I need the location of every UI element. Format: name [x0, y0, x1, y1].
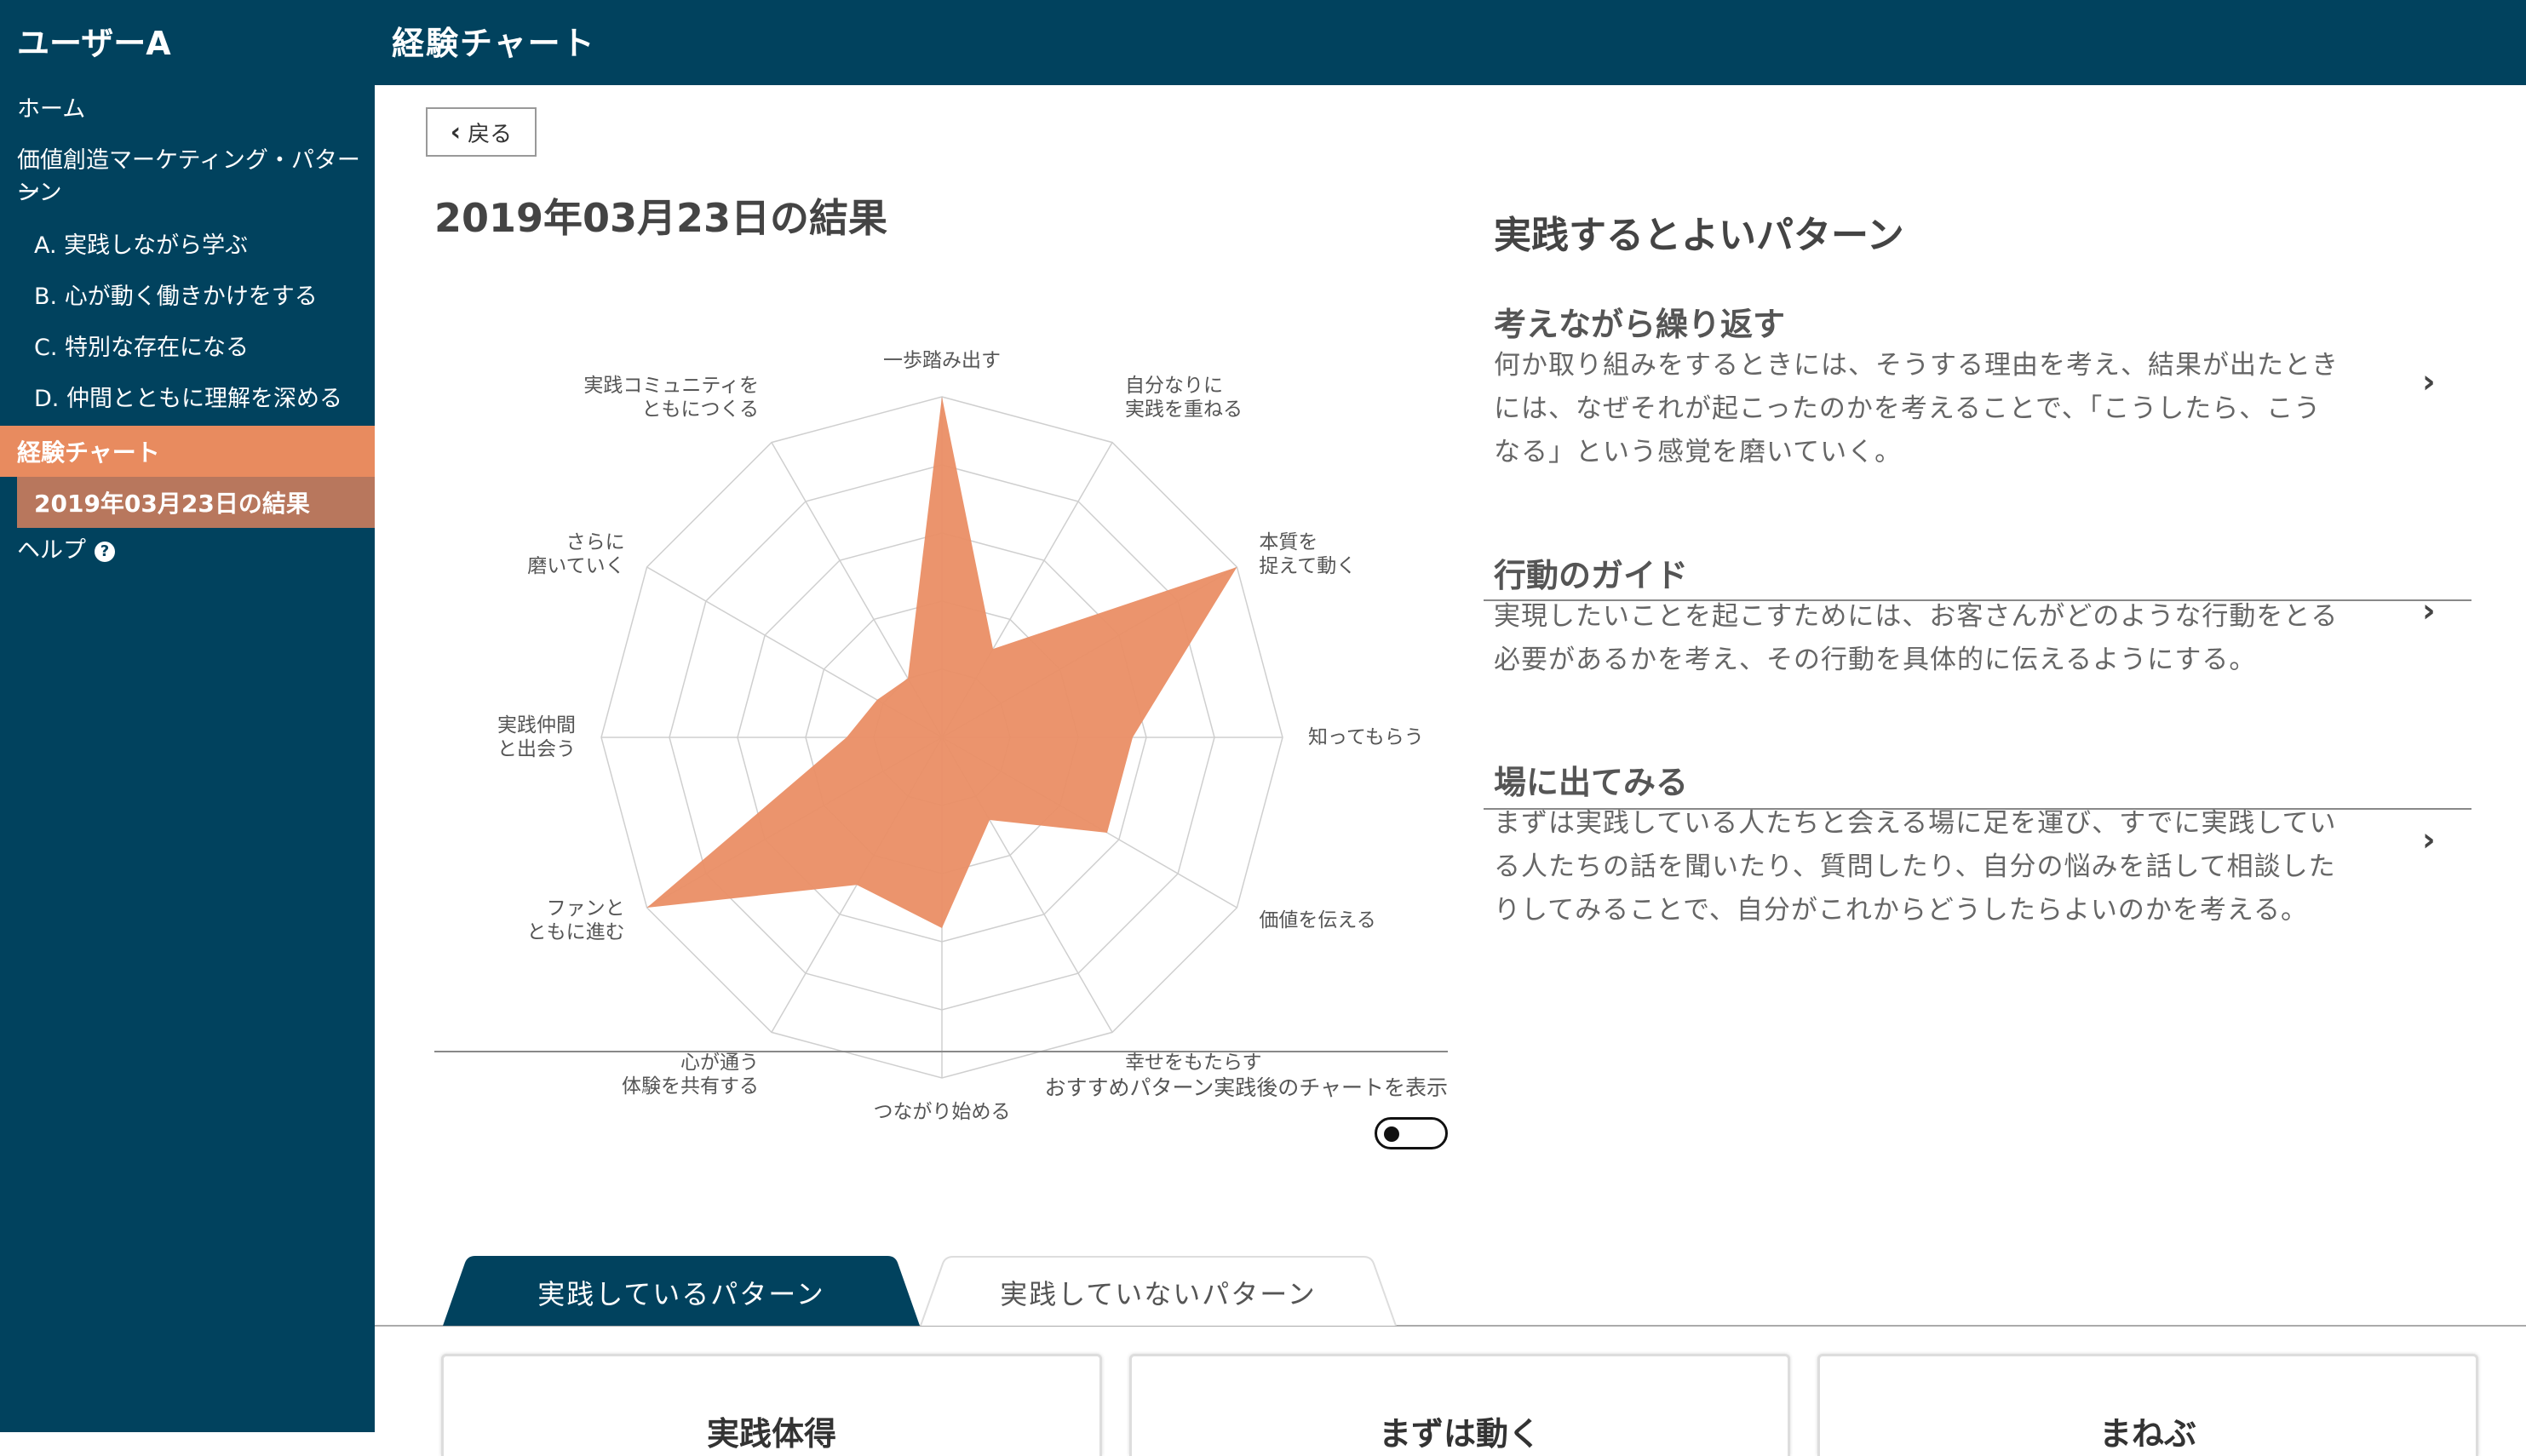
radar-axis-label: 自分なりに — [1125, 375, 1223, 397]
sidebar-item-category-cont[interactable]: ーン — [17, 177, 62, 209]
radar-axis-label: ともにつくる — [641, 398, 759, 421]
description-line: る人たちの話を聞いたり、質問したり、自分の悩みを話して相談した — [1494, 851, 2336, 882]
after-chart-toggle[interactable] — [1375, 1117, 1448, 1149]
radar-axis-label: 一歩踏み出す — [883, 349, 1001, 371]
back-label: 戻る — [468, 121, 513, 147]
radar-axis-label: と出会う — [497, 738, 576, 760]
radar-axis-label: 本質を — [1259, 531, 1318, 553]
sidebar-item-home[interactable]: ホーム — [17, 94, 85, 126]
pattern-card[interactable]: まねぶ — [1817, 1354, 2478, 1456]
radar-axis-label: 実践仲間 — [497, 714, 576, 737]
radar-axis-label: 捉えて動く — [1259, 555, 1356, 577]
recommendation-description: まずは実践している人たちと会える場に足を運び、すでに実践してい る人たちの話を聞… — [1494, 802, 2397, 932]
radar-axis-label: さらに — [566, 531, 625, 553]
radar-axis-label: 実践を重ねる — [1125, 398, 1243, 421]
radar-series-area — [646, 397, 1237, 928]
recommendation-description: 実現したいことを起こすためには、お客さんがどのような行動をとる 必要があるかを考… — [1494, 595, 2397, 682]
radar-axis-label: 知ってもらう — [1308, 726, 1424, 748]
radar-axis-label: 価値を伝える — [1259, 909, 1375, 931]
sidebar-item-help[interactable]: ヘルプ? — [17, 535, 115, 567]
sidebar: ホーム 価値創造マーケティング・パターン ーン A. 実践しながら学ぶ B. 心… — [0, 85, 375, 1432]
description-line: 必要があるかを考え、その行動を具体的に伝えるようにする。 — [1494, 645, 2257, 675]
sidebar-item-label: 2019年03月23日の結果 — [34, 490, 310, 518]
recommendation-item[interactable]: 行動のガイド 実現したいことを起こすためには、お客さんがどのような行動をとる 必… — [1484, 549, 2471, 810]
tab-label: 実践しているパターン — [537, 1278, 825, 1310]
sidebar-item-category[interactable]: 価値創造マーケティング・パターン — [17, 145, 375, 209]
card-title: 実践体得 — [706, 1415, 836, 1453]
result-title: 2019年03月23日の結果 — [434, 195, 888, 241]
radar-axis-label: 磨いていく — [527, 555, 624, 577]
tab-practicing[interactable]: 実践しているパターン — [443, 1256, 920, 1326]
radar-chart-container: 一歩踏み出す 自分なりに 実践を重ねる 本質を 捉えて動く 知ってもらう 価値を伝える 幸せを… — [375, 255, 1448, 1132]
sidebar-item-d[interactable]: D. 仲間とともに理解を深める — [34, 383, 342, 416]
chevron-left-icon: ‹ — [450, 117, 462, 147]
radar-axis-label: つながり始める — [874, 1101, 1011, 1123]
top-bar: ユーザーA 経験チャート — [0, 0, 2526, 85]
radar-chart: 一歩踏み出す自分なりに実践を重ねる本質を捉えて動く知ってもらう価値を伝える幸せを… — [497, 349, 1424, 1123]
sidebar-item-a[interactable]: A. 実践しながら学ぶ — [34, 230, 248, 262]
toggle-label: おすすめパターン実践後のチャートを表示 — [1044, 1075, 1448, 1100]
page-title: 経験チャート — [392, 25, 596, 62]
chevron-right-icon: › — [2422, 363, 2436, 400]
description-line: 実現したいことを起こすためには、お客さんがどのような行動をとる — [1494, 601, 2339, 632]
chevron-right-icon: › — [2422, 821, 2436, 858]
radar-axis-label: 心が通う — [680, 1052, 759, 1074]
pattern-card[interactable]: 実践体得 — [441, 1354, 1102, 1456]
recommendation-item[interactable]: 考えながら繰り返す 何か取り組みをするときには、そうする理由を考え、結果が出たと… — [1484, 298, 2471, 601]
sidebar-item-c[interactable]: C. 特別な存在になる — [34, 332, 249, 364]
radar-axis-label: 実践コミュニティを — [583, 375, 759, 397]
recommendation-title: 行動のガイド — [1494, 557, 1689, 594]
help-icon: ? — [95, 542, 115, 562]
sidebar-item-result[interactable]: 2019年03月23日の結果 — [17, 477, 375, 528]
card-title: まねぶ — [2098, 1415, 2196, 1453]
recommendation-title: 場に出てみる — [1494, 764, 1689, 801]
card-title: まずは動く — [1378, 1415, 1541, 1453]
recommendation-title: 考えながら繰り返す — [1494, 306, 1786, 343]
user-name: ユーザーA — [17, 25, 171, 62]
pattern-card[interactable]: まずは動く — [1129, 1354, 1790, 1456]
sidebar-item-b[interactable]: B. 心が動く働きかけをする — [34, 281, 318, 313]
description-line: 何か取り組みをするときには、そうする理由を考え、結果が出たとき — [1494, 350, 2339, 381]
recommendations-heading: 実践するとよいパターン — [1494, 214, 1904, 257]
tab-not-practicing[interactable]: 実践していないパターン — [920, 1256, 1397, 1326]
tab-label: 実践していないパターン — [1000, 1278, 1317, 1310]
recommendation-description: 何か取り組みをするときには、そうする理由を考え、結果が出たとき には、なぜそれが… — [1494, 344, 2397, 474]
description-line: まずは実践している人たちと会える場に足を運び、すでに実践してい — [1494, 808, 2337, 839]
main-content: ‹ 戻る 2019年03月23日の結果 一歩踏み出す自分なりに 実践を重ねる本質を… — [375, 85, 2526, 1456]
sidebar-item-label: 経験チャート — [17, 439, 160, 467]
recommendation-item[interactable]: 場に出てみる まずは実践している人たちと会える場に足を運び、すでに実践してい る… — [1484, 756, 2471, 943]
description-line: なる」という感覚を磨いていく。 — [1494, 437, 1903, 467]
description-line: には、なぜそれが起こったのかを考えることで、「こうしたら、こう — [1494, 393, 2322, 424]
radar-axis-label: 体験を共有する — [622, 1075, 759, 1098]
sidebar-item-label: ヘルプ — [17, 537, 86, 564]
chart-divider — [434, 1051, 1448, 1052]
chevron-right-icon: › — [2422, 592, 2436, 629]
description-line: りしてみることで、自分がこれからどうしたらよいのかを考える。 — [1494, 895, 2308, 926]
radar-axis-label: ファンと — [547, 897, 625, 920]
toggle-knob — [1384, 1126, 1399, 1142]
back-button[interactable]: ‹ 戻る — [426, 107, 537, 157]
radar-axis-label: ともに進む — [527, 921, 625, 943]
sidebar-item-experience-chart[interactable]: 経験チャート — [0, 426, 375, 477]
